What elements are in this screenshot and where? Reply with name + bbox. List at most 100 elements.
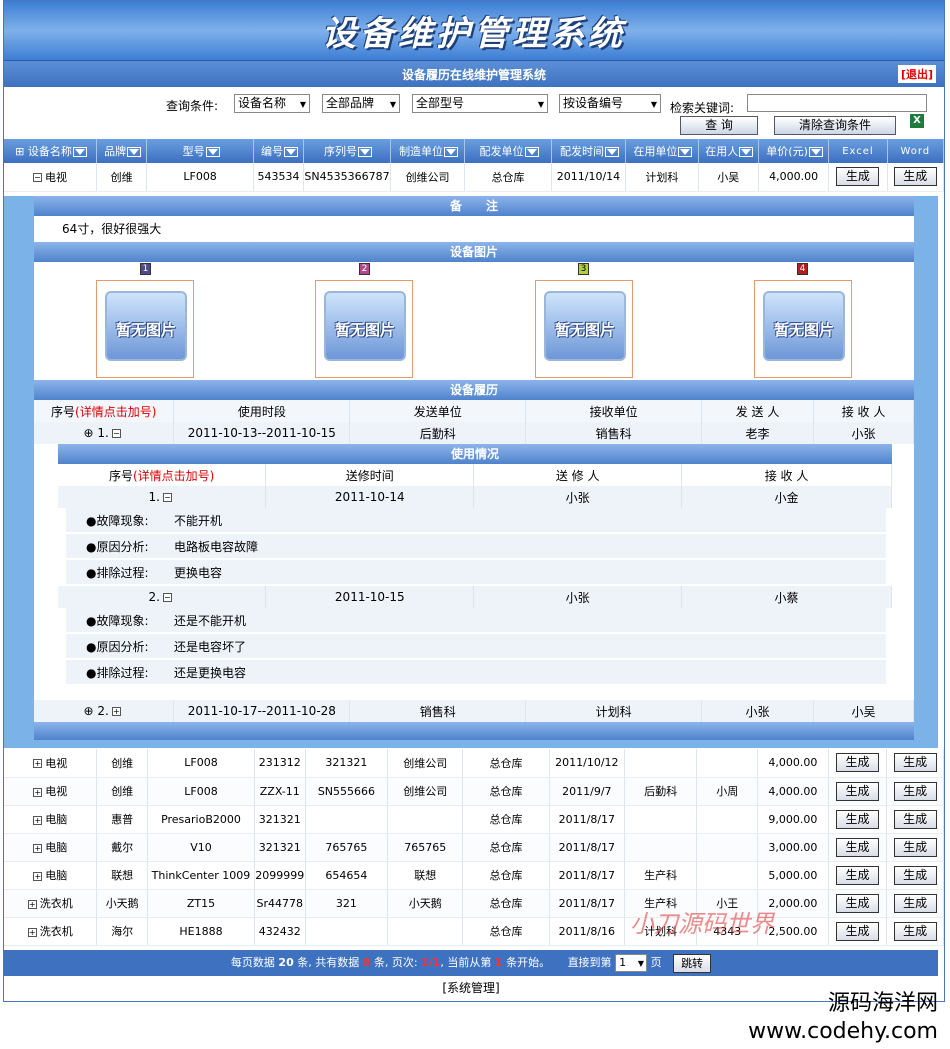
history-row[interactable]: ⊕ 1. − 2011-10-13--2011-10-15 后勤科 销售科 老李 … xyxy=(34,422,914,444)
word-generate-button[interactable]: 生成 xyxy=(893,753,937,773)
cell-device-name[interactable]: + 电脑 xyxy=(4,805,98,834)
expand-icon[interactable]: + xyxy=(33,815,43,825)
excel-generate-button[interactable]: 生成 xyxy=(836,921,880,941)
collapse-icon[interactable]: − xyxy=(111,429,121,438)
device-picture[interactable]: 暂无图片 xyxy=(96,280,194,378)
logout-link[interactable]: [退出] xyxy=(897,65,936,83)
pic-number[interactable]: 4 xyxy=(797,263,808,275)
pic-number[interactable]: 3 xyxy=(578,263,589,275)
usage-index[interactable]: 1. − xyxy=(58,486,267,508)
excel-generate-button[interactable]: 生成 xyxy=(836,753,880,773)
cell-device-name[interactable]: − 电视 xyxy=(4,163,98,192)
usage-table: 序号(详情点击加号) 送修时间 送 修 人 接 收 人 1. − 2011-10-… xyxy=(58,464,892,508)
header-dispatch-unit[interactable]: 配发单位 xyxy=(464,139,552,163)
excel-generate-button[interactable]: 生成 xyxy=(836,781,880,801)
usage-section: 使用情况 序号(详情点击加号) 送修时间 送 修 人 接 收 人 1. − 201… xyxy=(58,444,892,686)
keyword-input[interactable] xyxy=(747,94,927,112)
excel-generate-button[interactable]: 生成 xyxy=(836,167,880,187)
collapse-icon[interactable]: − xyxy=(33,173,42,183)
header-use-unit[interactable]: 在用单位 xyxy=(625,139,699,163)
sort-select[interactable]: 按设备编号 xyxy=(559,94,661,113)
device-picture[interactable]: 暂无图片 xyxy=(754,280,852,378)
word-generate-button[interactable]: 生成 xyxy=(893,837,937,857)
excel-generate-button[interactable]: 生成 xyxy=(836,893,880,913)
header-model[interactable]: 型号 xyxy=(146,139,254,163)
clear-filter-button[interactable]: 清除查询条件 xyxy=(774,116,896,135)
header-code[interactable]: 编号 xyxy=(253,139,305,163)
history-col: 接收单位 xyxy=(525,400,703,422)
excel-generate-button[interactable]: 生成 xyxy=(836,809,880,829)
device-picture[interactable]: 暂无图片 xyxy=(315,280,413,378)
expand-icon[interactable]: + xyxy=(33,843,43,853)
table-row[interactable]: − 电视 创维 LF008 543534 SN4535366787 创维公司 总仓… xyxy=(4,163,945,192)
history-index[interactable]: ⊕ 1. − xyxy=(34,422,175,444)
cell-device-name[interactable]: + 电视 xyxy=(4,777,98,806)
expand-icon[interactable]: + xyxy=(27,899,37,909)
usage-row[interactable]: 1. − 2011-10-14 小张 小金 xyxy=(58,486,892,508)
pic-number[interactable]: 2 xyxy=(359,263,370,275)
header-price[interactable]: 单价(元) xyxy=(758,139,830,163)
word-generate-button[interactable]: 生成 xyxy=(893,893,937,913)
header-device-name[interactable]: ⊞ 设备名称 xyxy=(4,139,98,163)
cell-device-name[interactable]: + 电视 xyxy=(4,749,98,778)
cell: 创维公司 xyxy=(387,749,464,778)
cell: 计划科 xyxy=(525,700,703,722)
subtitle: 设备履历在线维护管理系统 xyxy=(401,67,546,82)
expand-icon[interactable]: + xyxy=(33,787,43,797)
table-row[interactable]: + 电脑 联想 ThinkCenter 1009 2099999 654654 联想 总仓库 2… xyxy=(4,861,944,890)
cell-excel: 生成 xyxy=(828,861,888,890)
cell-device-name[interactable]: + 洗衣机 xyxy=(4,889,98,918)
word-generate-button[interactable]: 生成 xyxy=(893,167,937,187)
word-generate-button[interactable]: 生成 xyxy=(893,921,937,941)
cell-device-name[interactable]: + 洗衣机 xyxy=(4,917,98,946)
expand-icon[interactable]: + xyxy=(33,759,43,769)
header-maker[interactable]: 制造单位 xyxy=(390,139,466,163)
usage-row[interactable]: 2. − 2011-10-15 小张 小蔡 xyxy=(58,586,892,608)
usage-index[interactable]: 2. − xyxy=(58,586,267,608)
cell-device-name[interactable]: + 电脑 xyxy=(4,833,98,862)
excel-generate-button[interactable]: 生成 xyxy=(836,837,880,857)
excel-export-icon[interactable]: X xyxy=(910,114,924,128)
expand-icon[interactable]: + xyxy=(27,927,37,937)
header-brand[interactable]: 品牌 xyxy=(96,139,148,163)
cell: LF008 xyxy=(147,777,256,806)
table-row[interactable]: + 电脑 惠普 PresarioB2000 321321 总仓库 2011/8/17 9,00… xyxy=(4,805,944,834)
page-select[interactable]: 1 xyxy=(615,954,648,972)
table-row[interactable]: + 电视 创维 LF008 231312 321321 创维公司 总仓库 2011/10/12 4… xyxy=(4,749,944,778)
search-button[interactable]: 查 询 xyxy=(680,116,758,135)
cell xyxy=(696,805,759,834)
device-picture[interactable]: 暂无图片 xyxy=(535,280,633,378)
excel-generate-button[interactable]: 生成 xyxy=(836,865,880,885)
table-row[interactable]: + 电脑 戴尔 V10 321321 765765 765765 总仓库 2011/8/17 3,… xyxy=(4,833,944,862)
history-index[interactable]: ⊕ 2. + xyxy=(34,700,175,722)
model-select[interactable]: 全部型号 xyxy=(412,94,548,113)
jump-button[interactable]: 跳转 xyxy=(673,953,712,973)
cell: 小周 xyxy=(696,777,759,806)
table-row[interactable]: + 电视 创维 LF008 ZZX-11 SN555666 创维公司 总仓库 2011/9/7 后… xyxy=(4,777,944,806)
cell: HE1888 xyxy=(147,917,256,946)
header-serial[interactable]: 序列号 xyxy=(303,139,391,163)
cell: 2011/10/14 xyxy=(551,163,627,192)
history-row[interactable]: ⊕ 2. + 2011-10-17--2011-10-28 销售科 计划科 小张 … xyxy=(34,700,914,722)
cell: 创维公司 xyxy=(387,777,464,806)
word-generate-button[interactable]: 生成 xyxy=(893,809,937,829)
cell: 联想 xyxy=(387,861,464,890)
table-row[interactable]: + 洗衣机 海尔 HE1888 432432 总仓库 2011/8/16 计划科 4343 2,5… xyxy=(4,917,944,946)
expand-icon[interactable]: + xyxy=(111,707,121,716)
history-head-row: 序号(详情点击加号) 使用时段 发送单位 接收单位 发 送 人 接 收 人 xyxy=(34,400,914,422)
header-user[interactable]: 在用人 xyxy=(698,139,759,163)
header-dispatch-time[interactable]: 配发时间 xyxy=(551,139,627,163)
word-generate-button[interactable]: 生成 xyxy=(893,781,937,801)
header-excel: Excel xyxy=(828,139,888,163)
device-name-select[interactable]: 设备名称 xyxy=(234,94,310,113)
table-row[interactable]: + 洗衣机 小天鹅 ZT15 Sr44778 321 小天鹅 总仓库 2011/8/17 生产科小… xyxy=(4,889,944,918)
collapse-icon[interactable]: − xyxy=(162,493,172,502)
expand-icon[interactable]: + xyxy=(33,871,43,881)
collapse-icon[interactable]: − xyxy=(162,593,172,602)
cell-device-name[interactable]: + 电脑 xyxy=(4,861,98,890)
cell xyxy=(696,833,759,862)
cell-word: 生成 xyxy=(886,749,944,778)
pic-number[interactable]: 1 xyxy=(140,263,151,275)
word-generate-button[interactable]: 生成 xyxy=(893,865,937,885)
brand-select[interactable]: 全部品牌 xyxy=(322,94,400,113)
